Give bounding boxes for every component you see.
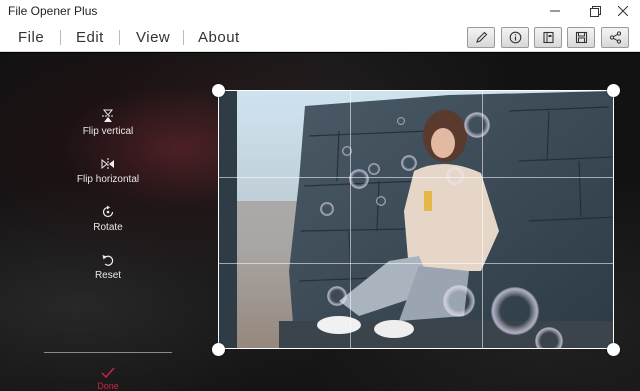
crop-grid-line (219, 263, 613, 264)
reset-label: Reset (94, 270, 122, 281)
crop-handle-bottom-right[interactable] (607, 343, 620, 356)
crop-grid-line (482, 91, 483, 348)
menu-separator (119, 30, 120, 45)
reset-button[interactable]: Reset (44, 253, 172, 293)
menu-separator (183, 30, 184, 45)
crop-handle-bottom-left[interactable] (212, 343, 225, 356)
menu-about[interactable]: About (198, 29, 240, 46)
open-button[interactable] (534, 27, 562, 48)
rotate-icon (102, 205, 114, 218)
title-bar: File Opener Plus (0, 0, 640, 22)
flip-horizontal-icon (101, 158, 114, 170)
crop-handle-top-right[interactable] (607, 84, 620, 97)
pencil-icon (475, 31, 487, 43)
reset-icon (102, 255, 114, 266)
crop-grid-line (350, 91, 351, 348)
minimize-button[interactable] (538, 0, 572, 22)
close-icon (618, 6, 628, 16)
menu-bar: File Edit View About (0, 22, 640, 52)
photo-canvas[interactable] (218, 90, 614, 349)
menu-view[interactable]: View (136, 29, 170, 46)
flip-horizontal-label: Flip horizontal (76, 174, 140, 185)
save-icon (575, 31, 587, 44)
workspace: Flip vertical Flip horizontal Rotate Res… (0, 53, 640, 391)
done-button[interactable]: Done (44, 367, 172, 391)
minimize-icon (550, 10, 560, 12)
edit-panel: Flip vertical Flip horizontal Rotate Res… (44, 109, 172, 391)
crop-handle-top-left[interactable] (212, 84, 225, 97)
photo-image (219, 91, 613, 348)
info-icon (509, 31, 521, 44)
open-book-icon (542, 31, 554, 44)
share-button[interactable] (601, 27, 629, 48)
menu-file[interactable]: File (18, 29, 44, 46)
app-title: File Opener Plus (8, 4, 98, 18)
flip-vertical-icon (102, 109, 114, 122)
menu-separator (60, 30, 61, 45)
rotate-button[interactable]: Rotate (44, 205, 172, 245)
flip-vertical-label: Flip vertical (82, 126, 134, 137)
menu-edit[interactable]: Edit (76, 29, 104, 46)
checkmark-icon (101, 367, 115, 379)
done-label: Done (97, 381, 119, 391)
restore-icon (589, 5, 601, 17)
rotate-label: Rotate (93, 222, 123, 233)
panel-divider (44, 352, 172, 353)
flip-vertical-button[interactable]: Flip vertical (44, 109, 172, 149)
info-button[interactable] (501, 27, 529, 48)
flip-horizontal-button[interactable]: Flip horizontal (44, 157, 172, 197)
crop-grid-line (219, 177, 613, 178)
save-button[interactable] (567, 27, 595, 48)
close-button[interactable] (606, 0, 640, 22)
edit-button[interactable] (467, 27, 495, 48)
share-icon (609, 31, 621, 44)
